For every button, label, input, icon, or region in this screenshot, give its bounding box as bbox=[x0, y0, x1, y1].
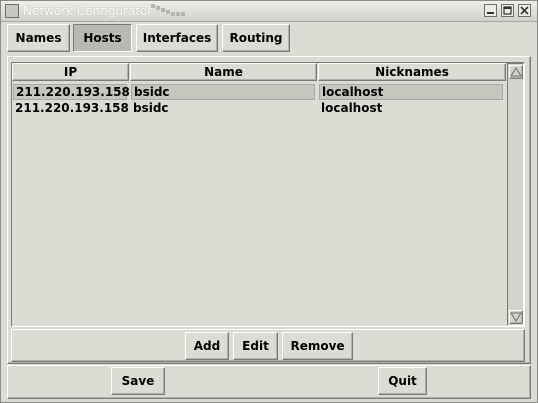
cell-name: bsidc bbox=[131, 84, 315, 100]
window-title: Network Configurator bbox=[23, 4, 153, 18]
tab-hosts[interactable]: Hosts bbox=[73, 24, 132, 52]
close-icon bbox=[520, 6, 529, 15]
minimize-button[interactable] bbox=[484, 4, 497, 17]
tab-routing[interactable]: Routing bbox=[222, 24, 290, 52]
maximize-icon bbox=[503, 6, 512, 15]
tab-interfaces[interactable]: Interfaces bbox=[136, 24, 218, 52]
cell-ip: 211.220.193.158 bbox=[13, 84, 130, 100]
column-header-name[interactable]: Name bbox=[130, 63, 317, 81]
close-button[interactable] bbox=[518, 4, 531, 17]
column-header-ip[interactable]: IP bbox=[12, 63, 129, 81]
table-row[interactable]: 211.220.193.158 bsidc localhost bbox=[13, 100, 505, 116]
edit-button[interactable]: Edit bbox=[233, 332, 278, 360]
dialog-button-bar bbox=[7, 365, 531, 399]
minimize-icon bbox=[487, 12, 494, 14]
remove-button[interactable]: Remove bbox=[282, 332, 353, 360]
scroll-down-arrow-icon bbox=[510, 312, 522, 322]
scroll-up-arrow-icon bbox=[510, 67, 522, 77]
vertical-scrollbar[interactable] bbox=[507, 63, 524, 326]
save-button[interactable]: Save bbox=[111, 367, 165, 395]
add-button[interactable]: Add bbox=[185, 332, 229, 360]
column-header-nicknames[interactable]: Nicknames bbox=[318, 63, 506, 81]
table-row[interactable]: 211.220.193.158 bsidc localhost bbox=[13, 84, 505, 100]
scroll-down-button[interactable] bbox=[509, 310, 523, 324]
app-icon[interactable] bbox=[5, 4, 19, 18]
maximize-button[interactable] bbox=[501, 4, 514, 17]
cell-nicknames: localhost bbox=[321, 101, 383, 115]
cell-ip: 211.220.193.158 bbox=[15, 101, 129, 115]
cell-name: bsidc bbox=[133, 101, 169, 115]
titlebar-grip-icon bbox=[151, 4, 185, 16]
title-bar[interactable]: Network Configurator bbox=[1, 1, 537, 22]
cell-nicknames: localhost bbox=[319, 84, 503, 100]
quit-button[interactable]: Quit bbox=[378, 367, 427, 395]
network-configurator-window: Network Configurator Names Hosts Interfa… bbox=[0, 0, 538, 403]
tab-names[interactable]: Names bbox=[7, 24, 70, 52]
scroll-up-button[interactable] bbox=[509, 65, 523, 79]
